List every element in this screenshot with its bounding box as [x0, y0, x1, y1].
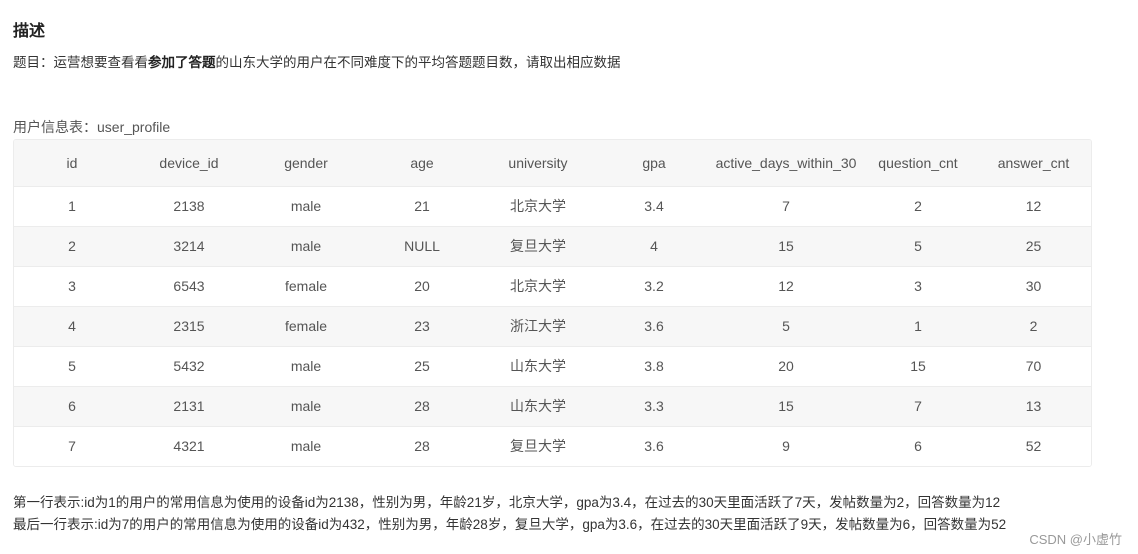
cell-id: 2 — [68, 238, 76, 254]
cell-gender: male — [290, 358, 322, 374]
cell-gpa: 3.2 — [644, 278, 664, 294]
cell-gpa: 3.6 — [644, 438, 664, 455]
table-header-row: id device_id gender age university gpa a… — [14, 140, 1091, 186]
column-header-device-id: device_id — [159, 154, 219, 171]
cell-gpa: 3.8 — [644, 358, 664, 374]
cell-active-days: 9 — [782, 438, 790, 455]
question-prefix: 题目：运营想要查看看 — [13, 55, 148, 70]
cell-question-cnt: 2 — [914, 198, 922, 214]
cell-id: 6 — [68, 398, 76, 414]
cell-answer-cnt: 70 — [1025, 358, 1042, 374]
question-emphasis: 参加了答题 — [148, 55, 216, 70]
table-row: 5 5432 male 25 山东大学 3.8 20 15 70 — [14, 346, 1091, 386]
cell-question-cnt: 1 — [914, 318, 922, 334]
explanation-first-row: 第一行表示:id为1的用户的常用信息为使用的设备id为2138，性别为男，年龄2… — [13, 495, 1001, 510]
cell-gpa: 3.3 — [644, 398, 664, 414]
cell-gender: male — [290, 198, 322, 214]
cell-question-cnt: 15 — [910, 358, 926, 374]
cell-answer-cnt: 30 — [1025, 278, 1042, 294]
explanation-last-row: 最后一行表示:id为7的用户的常用信息为使用的设备id为432，性别为男，年龄2… — [13, 517, 1007, 532]
cell-answer-cnt: 2 — [1029, 318, 1038, 334]
cell-gender: male — [290, 438, 322, 455]
cell-device-id: 5432 — [173, 358, 205, 374]
cell-active-days: 12 — [778, 278, 794, 294]
column-header-id: id — [66, 154, 78, 171]
cell-age: 28 — [414, 438, 430, 455]
column-header-university: university — [508, 154, 568, 171]
cell-question-cnt: 5 — [914, 238, 922, 254]
cell-id: 4 — [68, 318, 76, 334]
cell-active-days: 7 — [782, 198, 790, 214]
cell-age: 25 — [414, 358, 430, 374]
cell-answer-cnt: 25 — [1025, 238, 1042, 254]
cell-answer-cnt: 13 — [1025, 398, 1042, 414]
cell-university: 北京大学 — [510, 278, 566, 294]
cell-gender: female — [284, 318, 328, 334]
cell-age: 28 — [414, 398, 430, 414]
question-suffix: 的山东大学的用户在不同难度下的平均答题题目数，请取出相应数据 — [215, 55, 621, 70]
cell-gender: male — [290, 238, 322, 254]
cell-question-cnt: 6 — [914, 438, 922, 455]
column-header-gpa: gpa — [642, 154, 666, 171]
cell-active-days: 15 — [778, 398, 794, 414]
cell-age: 23 — [414, 318, 430, 334]
section-heading: 描述 — [13, 23, 46, 40]
cell-university: 复旦大学 — [510, 438, 566, 455]
cell-device-id: 4321 — [173, 438, 205, 455]
question-text: 题目：运营想要查看看参加了答题的山东大学的用户在不同难度下的平均答题题目数，请取… — [13, 51, 621, 71]
column-header-active-days: active_days_within_30 — [715, 154, 857, 171]
cell-gender: male — [290, 398, 322, 414]
cell-id: 7 — [68, 438, 76, 455]
cell-university: 山东大学 — [510, 358, 566, 374]
cell-answer-cnt: 12 — [1025, 198, 1042, 214]
column-header-age: age — [410, 154, 434, 171]
column-header-answer-cnt: answer_cnt — [997, 154, 1070, 171]
cell-question-cnt: 7 — [914, 398, 922, 414]
cell-gpa: 3.6 — [644, 318, 664, 334]
table-row: 3 6543 female 20 北京大学 3.2 12 3 30 — [14, 266, 1091, 306]
cell-device-id: 2315 — [173, 318, 205, 334]
cell-age: 20 — [414, 278, 430, 294]
table-row: 4 2315 female 23 浙江大学 3.6 5 1 2 — [14, 306, 1091, 346]
cell-question-cnt: 3 — [914, 278, 922, 294]
cell-device-id: 2131 — [173, 398, 205, 414]
cell-gender: female — [284, 278, 328, 294]
cell-university: 复旦大学 — [510, 238, 566, 254]
table-row: 1 2138 male 21 北京大学 3.4 7 2 12 — [14, 186, 1091, 226]
cell-active-days: 5 — [782, 318, 790, 334]
cell-active-days: 15 — [778, 238, 794, 254]
cell-age: NULL — [404, 238, 440, 254]
cell-university: 浙江大学 — [510, 318, 566, 334]
column-header-question-cnt: question_cnt — [878, 154, 958, 171]
cell-id: 5 — [68, 358, 76, 374]
column-header-gender: gender — [284, 154, 328, 171]
user-profile-table: id device_id gender age university gpa a… — [13, 139, 1092, 467]
table-row: 6 2131 male 28 山东大学 3.3 15 7 13 — [14, 386, 1091, 426]
cell-device-id: 3214 — [173, 238, 205, 254]
cell-active-days: 20 — [778, 358, 794, 374]
watermark: CSDN @小虚竹 — [1029, 532, 1122, 547]
cell-age: 21 — [414, 198, 430, 214]
cell-gpa: 4 — [650, 238, 658, 254]
cell-device-id: 6543 — [173, 278, 205, 294]
table-row: 7 4321 male 28 复旦大学 3.6 9 6 52 — [14, 426, 1091, 466]
cell-university: 北京大学 — [510, 198, 566, 214]
cell-university: 山东大学 — [510, 398, 566, 414]
table-row: 2 3214 male NULL 复旦大学 4 15 5 25 — [14, 226, 1091, 266]
cell-device-id: 2138 — [173, 198, 205, 214]
table-caption: 用户信息表：user_profile — [13, 119, 171, 135]
cell-id: 3 — [68, 278, 76, 294]
cell-id: 1 — [68, 198, 76, 214]
cell-answer-cnt: 52 — [1025, 438, 1042, 455]
cell-gpa: 3.4 — [644, 198, 664, 214]
